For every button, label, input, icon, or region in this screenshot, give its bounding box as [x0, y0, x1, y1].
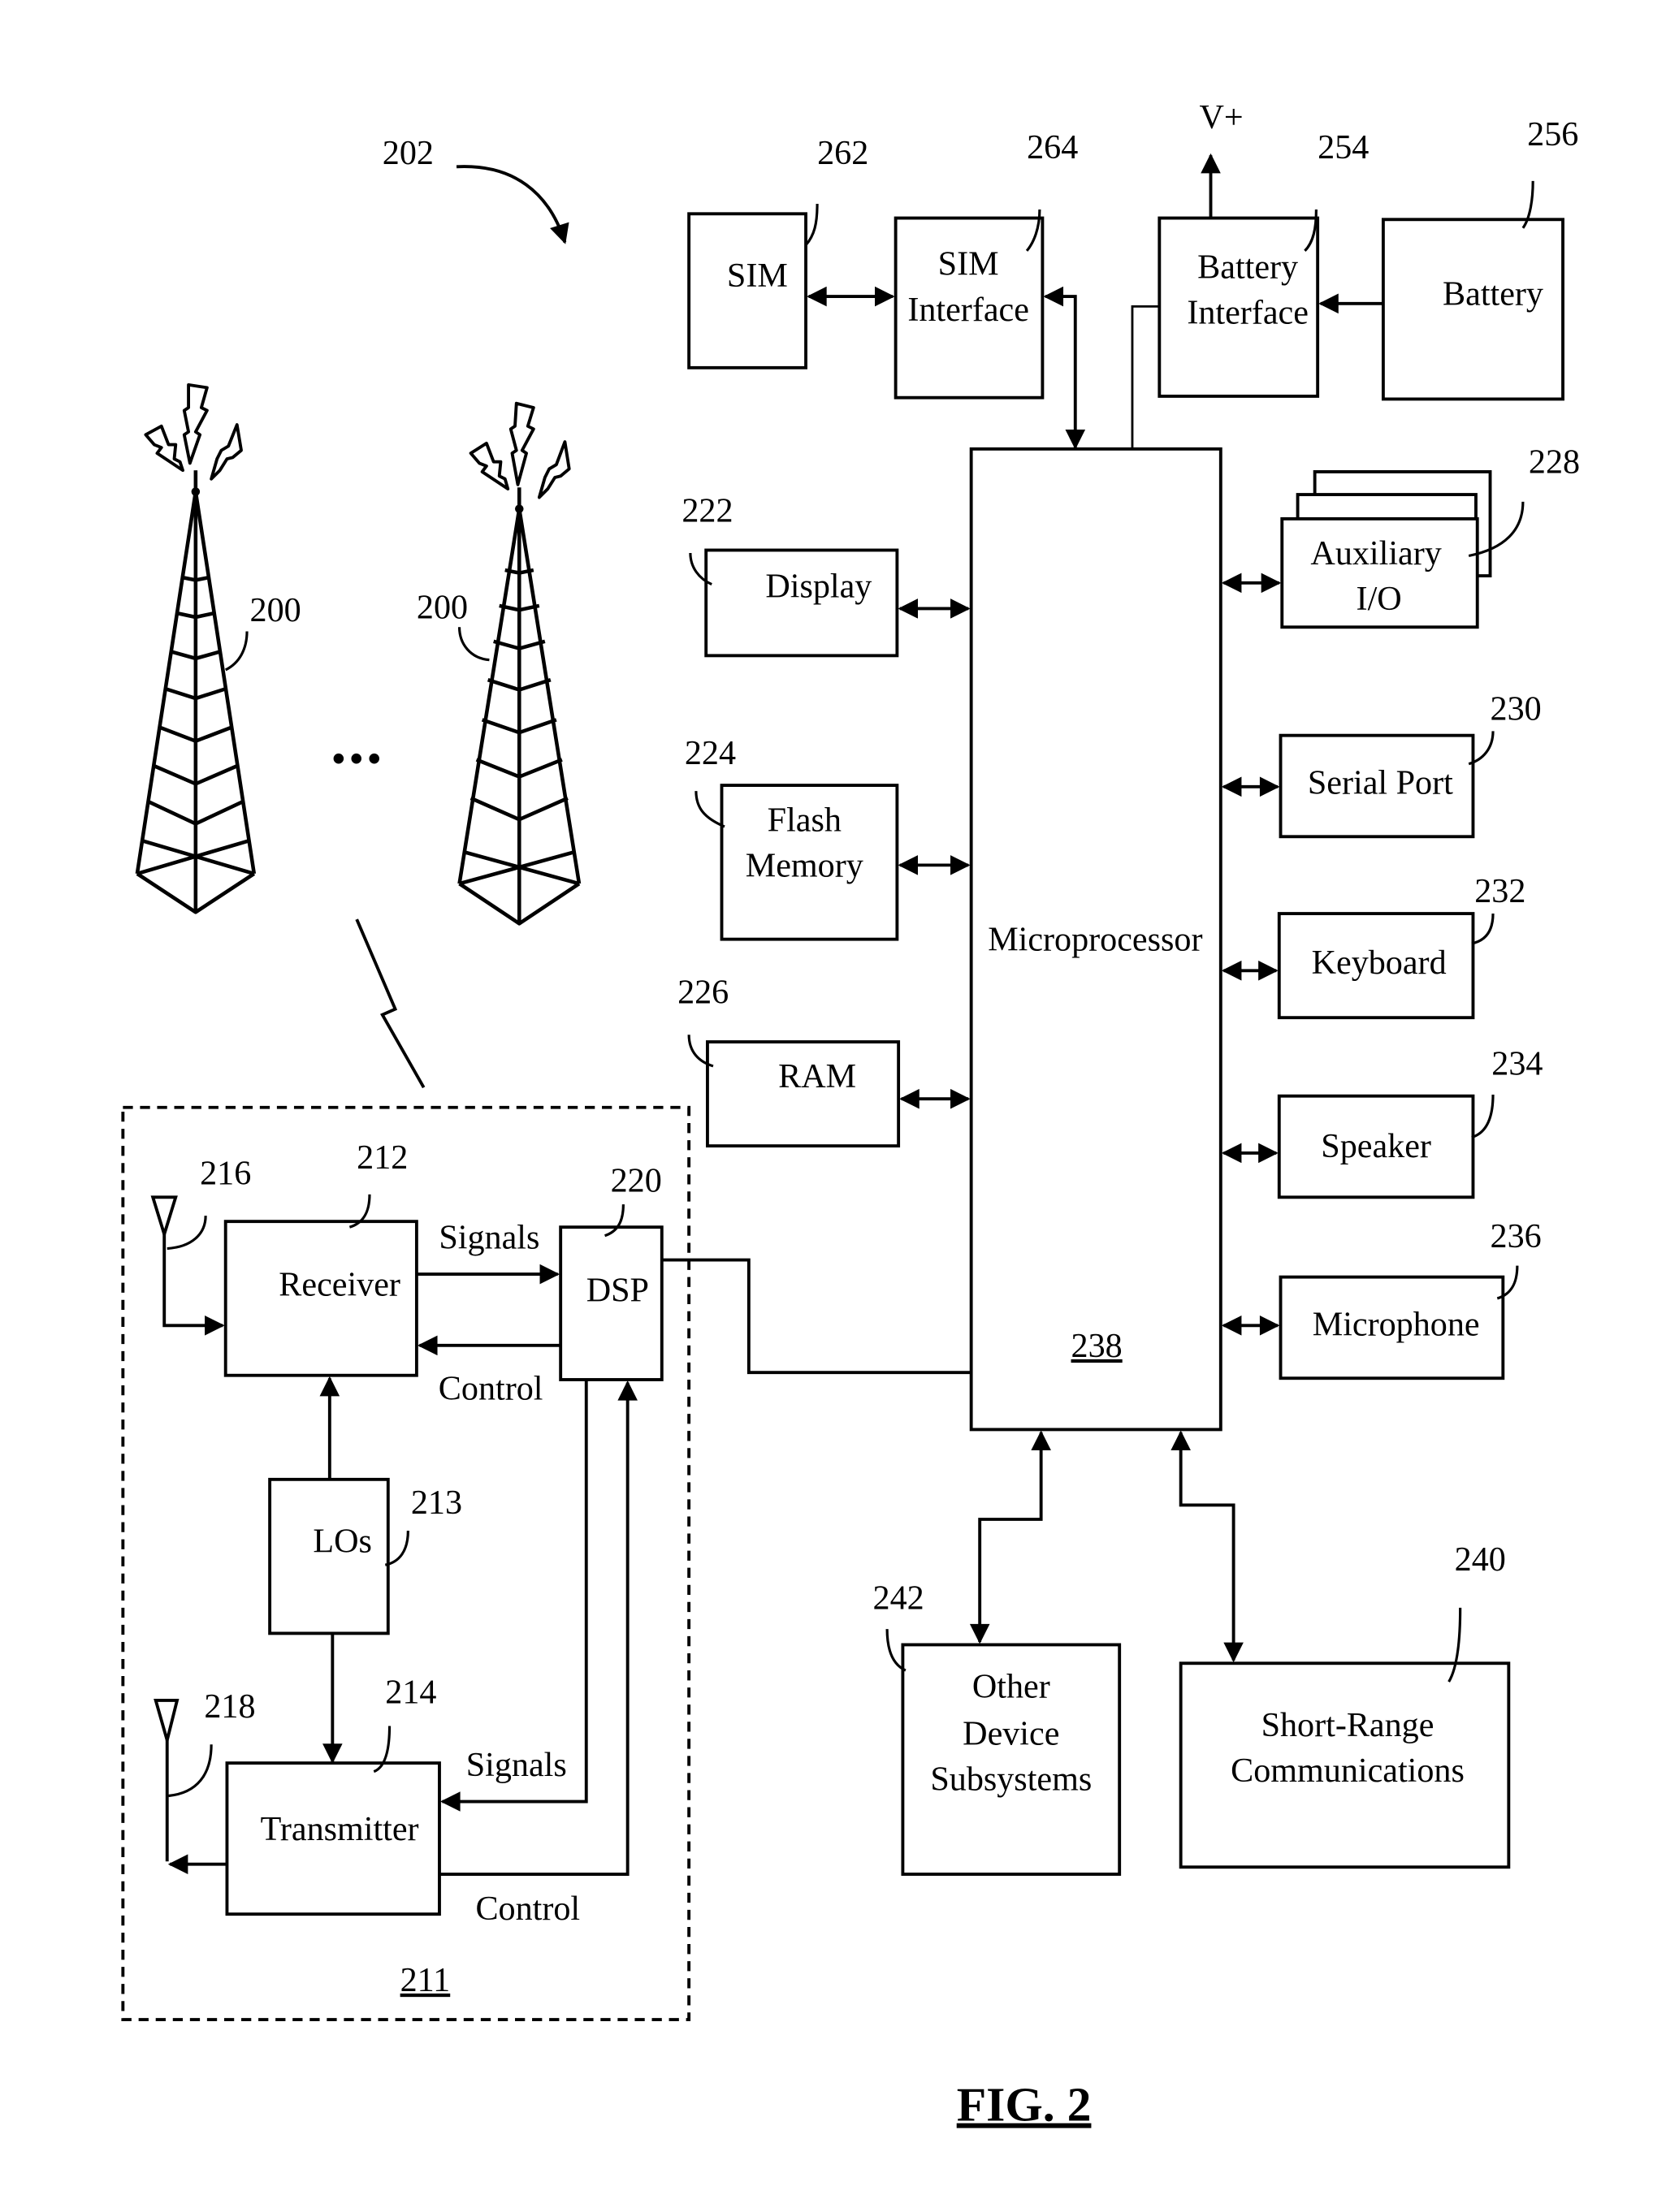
short-range-communications-label-line2: Communications	[1231, 1752, 1465, 1790]
other-device-subsystems-block: Other Device Subsystems	[901, 1643, 1122, 1876]
transmitter-block: Transmitter	[225, 1761, 441, 1916]
ram-ref: 226	[677, 974, 729, 1012]
sim-interface-label-line2: Interface	[907, 291, 1029, 329]
dsp-to-transmitter-signals-arrow	[440, 1379, 588, 1812]
other-device-subsystems-label-line1: Other	[972, 1667, 1050, 1705]
receiver-ref: 212	[357, 1138, 408, 1177]
keyboard-ref: 232	[1474, 872, 1525, 910]
transmitter-label: Transmitter	[261, 1810, 419, 1848]
rx-control-label: Control	[439, 1370, 543, 1408]
device-ref-arrow	[456, 165, 569, 244]
microprocessor-label: Microprocessor	[988, 921, 1202, 959]
other-device-subsystems-label-line2: Device	[963, 1714, 1059, 1752]
short-range-communications-label-line1: Short-Range	[1261, 1706, 1434, 1744]
sim-ref: 262	[817, 134, 868, 172]
flash-memory-block: Flash Memory	[720, 784, 899, 941]
cell-tower-right	[457, 401, 582, 926]
sim-interface-to-microprocessor-connector	[1043, 286, 1086, 450]
display-ref: 222	[682, 491, 733, 529]
battery-interface-label-line2: Interface	[1187, 293, 1309, 331]
cell-tower-left	[135, 382, 257, 914]
dsp-label: DSP	[586, 1271, 649, 1309]
tx-control-label: Control	[475, 1890, 580, 1928]
sim-interface-block: SIM Interface	[894, 216, 1045, 400]
sim-interface-label-line1: SIM	[938, 245, 999, 283]
flash-memory-label-line2: Memory	[746, 846, 863, 884]
receiver-block: Receiver	[223, 1220, 418, 1377]
speaker-leader	[1471, 1094, 1495, 1139]
battery-label: Battery	[1443, 275, 1543, 313]
rx-antenna-ref: 216	[200, 1155, 251, 1193]
serial-port-block: Serial Port	[1279, 733, 1475, 839]
display-label: Display	[765, 567, 872, 605]
tower-ref-leader-left	[224, 631, 249, 672]
signal-bolt-icon	[144, 382, 243, 481]
battery-block: Battery	[1381, 218, 1564, 401]
dsp-ref: 220	[611, 1161, 662, 1199]
battery-interface-to-microprocessor-line	[1131, 305, 1160, 449]
tx-antenna-ref: 218	[204, 1687, 255, 1726]
serial-port-label: Serial Port	[1308, 764, 1453, 802]
speaker-label: Speaker	[1321, 1127, 1431, 1165]
dsp-block: DSP	[559, 1225, 664, 1381]
other-device-subsystems-label-line3: Subsystems	[930, 1760, 1092, 1798]
transmitter-ref: 214	[385, 1673, 436, 1711]
short-range-communications-block: Short-Range Communications	[1179, 1661, 1511, 1869]
sim-block: SIM	[687, 212, 807, 369]
signal-bolt-icon	[469, 401, 571, 499]
speaker-block: Speaker	[1277, 1094, 1475, 1199]
rx-antenna-icon	[150, 1195, 225, 1336]
short-range-communications-connector	[1171, 1430, 1244, 1663]
other-device-subsystems-ref: 242	[873, 1579, 924, 1618]
ram-label: RAM	[778, 1057, 856, 1095]
microprocessor-ref: 238	[1071, 1327, 1123, 1365]
battery-ref: 256	[1527, 115, 1578, 153]
flash-memory-ref: 224	[685, 734, 736, 772]
microphone-block: Microphone	[1279, 1275, 1505, 1380]
keyboard-leader	[1471, 914, 1495, 945]
microphone-ref: 236	[1491, 1217, 1542, 1255]
short-range-communications-ref: 240	[1455, 1540, 1506, 1579]
battery-interface-label-line1: Battery	[1197, 248, 1298, 286]
los-ref: 213	[411, 1484, 462, 1522]
tower-ref-label-left: 200	[250, 591, 301, 629]
dsp-to-microprocessor-line	[661, 1258, 971, 1375]
communication-subsystem-ref: 211	[400, 1961, 451, 1999]
auxiliary-io-label-line1: Auxiliary	[1310, 534, 1441, 572]
receiver-label: Receiver	[279, 1265, 400, 1303]
keyboard-label: Keyboard	[1312, 944, 1447, 982]
battery-interface-block: Battery Interface	[1158, 216, 1320, 398]
tower-ref-label-right: 200	[417, 589, 468, 627]
auxiliary-io-block: Auxiliary I/O	[1280, 470, 1492, 629]
auxiliary-io-ref: 228	[1529, 443, 1580, 482]
ellipsis: •••	[331, 735, 385, 782]
other-device-subsystems-connector	[969, 1430, 1051, 1644]
rx-signals-label: Signals	[439, 1219, 539, 1257]
sim-interface-ref: 264	[1027, 128, 1078, 166]
los-label: LOs	[313, 1522, 372, 1560]
wireless-link-icon	[355, 918, 426, 1089]
battery-interface-ref: 254	[1318, 128, 1369, 166]
vplus-label: V+	[1199, 98, 1243, 136]
rx-antenna-leader	[167, 1216, 207, 1251]
sim-leader	[804, 203, 819, 246]
sim-label: SIM	[727, 257, 788, 295]
tower-ref-leader-right	[457, 627, 490, 662]
block-diagram: 202 200 ••• 200 SIM 262 SIM Interface 26…	[121, 98, 1580, 2132]
ram-block: RAM	[706, 1040, 901, 1148]
tx-signals-label: Signals	[466, 1746, 567, 1784]
keyboard-block: Keyboard	[1277, 912, 1475, 1020]
figure-caption: FIG. 2	[957, 2078, 1092, 2132]
microprocessor-block: Microprocessor 238	[969, 447, 1222, 1432]
auxiliary-io-label-line2: I/O	[1357, 580, 1402, 618]
los-block: LOs	[268, 1477, 390, 1635]
device-ref-label: 202	[383, 134, 434, 172]
speaker-ref: 234	[1491, 1044, 1543, 1082]
flash-memory-label-line1: Flash	[768, 801, 842, 839]
display-block: Display	[704, 548, 899, 658]
tx-antenna-leader	[168, 1744, 213, 1798]
serial-port-ref: 230	[1491, 689, 1542, 728]
microphone-label: Microphone	[1313, 1306, 1480, 1344]
